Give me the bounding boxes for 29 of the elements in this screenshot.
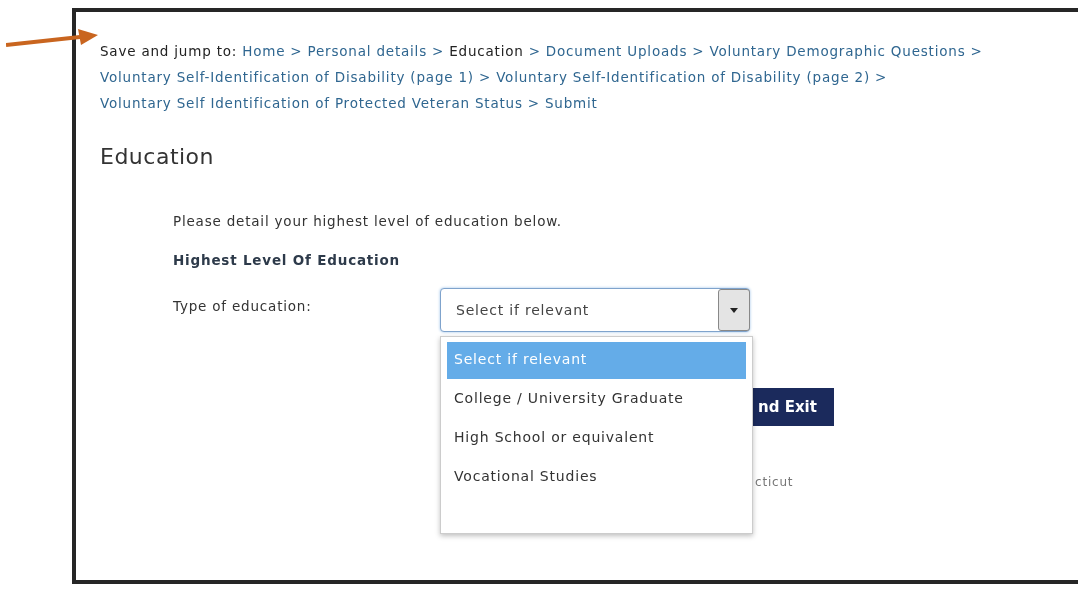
breadcrumb-link[interactable]: Personal details bbox=[307, 43, 427, 59]
breadcrumb-separator: > bbox=[692, 43, 705, 59]
section-heading: Highest Level Of Education bbox=[173, 252, 401, 268]
intro-text: Please detail your highest level of education below. bbox=[173, 213, 563, 229]
education-type-dropdown[interactable]: Select if relevant bbox=[440, 288, 750, 332]
breadcrumb-separator: > bbox=[528, 43, 541, 59]
save-exit-button[interactable]: nd Exit bbox=[752, 388, 834, 426]
dropdown-option[interactable]: High School or equivalent bbox=[447, 420, 746, 457]
breadcrumb-link[interactable]: Voluntary Self-Identification of Disability (page 1) bbox=[100, 69, 474, 85]
breadcrumb-separator: > bbox=[290, 43, 303, 59]
breadcrumb-separator: > bbox=[875, 69, 888, 85]
breadcrumb-separator: > bbox=[527, 95, 540, 111]
breadcrumb-link[interactable]: Document Uploads bbox=[545, 43, 688, 59]
dropdown-option[interactable]: Vocational Studies bbox=[447, 459, 746, 496]
breadcrumb-separator: > bbox=[970, 43, 983, 59]
breadcrumb-link[interactable]: Voluntary Self-Identification of Disability (page 2) bbox=[496, 69, 871, 85]
dropdown-option[interactable]: College / University Graduate bbox=[447, 381, 746, 418]
breadcrumb-separator: > bbox=[432, 43, 445, 59]
field-label: Type of education: bbox=[173, 297, 313, 314]
breadcrumb-label: Save and jump to: bbox=[100, 43, 238, 59]
page-title: Education bbox=[100, 144, 216, 169]
dropdown-caret-icon[interactable] bbox=[718, 289, 750, 331]
breadcrumb-link[interactable]: Submit bbox=[545, 95, 598, 111]
breadcrumb-link[interactable]: Voluntary Demographic Questions bbox=[709, 43, 966, 59]
breadcrumb-link[interactable]: Home bbox=[242, 43, 286, 59]
breadcrumb-current: Education bbox=[449, 43, 524, 59]
breadcrumb-separator: > bbox=[478, 69, 492, 85]
footer-text: cticut bbox=[755, 475, 794, 489]
breadcrumb-link[interactable]: Voluntary Self Identification of Protected Veteran Status bbox=[100, 95, 523, 111]
